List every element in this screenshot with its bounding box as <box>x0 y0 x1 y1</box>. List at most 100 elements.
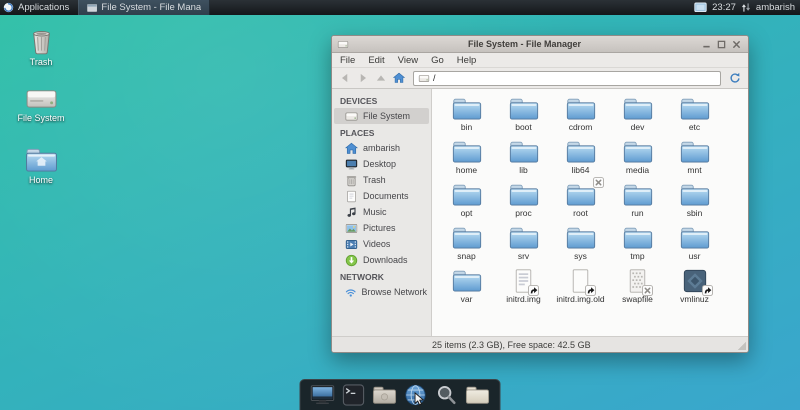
folder-icon <box>623 138 653 164</box>
path-bar[interactable]: / <box>413 71 721 86</box>
menu-view[interactable]: View <box>398 55 418 66</box>
file-dev[interactable]: dev <box>609 95 666 138</box>
sidebar: DEVICESFile SystemPLACESambarishDesktopT… <box>332 89 432 336</box>
file-proc[interactable]: proc <box>495 181 552 224</box>
file-root[interactable]: root <box>552 181 609 224</box>
xubuntu-logo-icon <box>3 2 14 13</box>
file-bin[interactable]: bin <box>438 95 495 138</box>
file-label: usr <box>689 251 701 261</box>
menu-go[interactable]: Go <box>431 55 444 66</box>
file-etc[interactable]: etc <box>666 95 723 138</box>
noaccess-emblem-icon <box>593 177 604 188</box>
network-arrows-icon[interactable] <box>741 2 751 13</box>
sidebar-item-documents[interactable]: Documents <box>332 188 431 204</box>
toolbar: / <box>332 68 748 89</box>
file-sbin[interactable]: sbin <box>666 181 723 224</box>
file-label: media <box>626 165 649 175</box>
current-path: / <box>433 73 436 83</box>
minimize-button[interactable] <box>700 39 713 50</box>
folder-icon <box>680 95 710 121</box>
file-opt[interactable]: opt <box>438 181 495 224</box>
dock-app-finder[interactable] <box>435 383 459 407</box>
file-swapfile[interactable]: swapfile <box>609 267 666 310</box>
close-button[interactable] <box>730 39 743 50</box>
file-label: lib <box>519 165 528 175</box>
maximize-icon <box>717 40 726 49</box>
file-tmp[interactable]: tmp <box>609 224 666 267</box>
folder-icon <box>623 181 653 207</box>
resize-grip[interactable] <box>738 342 746 350</box>
file-boot[interactable]: boot <box>495 95 552 138</box>
dock-terminal[interactable] <box>342 383 366 407</box>
picture-icon <box>345 222 358 235</box>
titlebar[interactable]: File System - File Manager <box>332 36 748 53</box>
file-sys[interactable]: sys <box>552 224 609 267</box>
file-label: lib64 <box>572 165 590 175</box>
file-label: bin <box>461 122 472 132</box>
sidebar-item-trash[interactable]: Trash <box>332 172 431 188</box>
dock-web-browser[interactable] <box>404 383 428 407</box>
file-vmlinuz[interactable]: vmlinuz <box>666 267 723 310</box>
top-panel: Applications File System - File Mana... … <box>0 0 800 15</box>
sidebar-item-browse-network[interactable]: Browse Network <box>332 284 431 300</box>
file-media[interactable]: media <box>609 138 666 181</box>
file-lib[interactable]: lib <box>495 138 552 181</box>
sidebar-item-file-system[interactable]: File System <box>334 108 429 124</box>
desktop-icon-trash[interactable]: Trash <box>10 26 72 67</box>
maximize-button[interactable] <box>715 39 728 50</box>
file-run[interactable]: run <box>609 181 666 224</box>
file-var[interactable]: var <box>438 267 495 310</box>
file-srv[interactable]: srv <box>495 224 552 267</box>
dock-show-desktop[interactable] <box>311 383 335 407</box>
sidebar-item-label: Browse Network <box>361 287 427 297</box>
folder-icon <box>509 138 539 164</box>
dock-folder[interactable] <box>466 383 490 407</box>
network-icon <box>345 286 356 299</box>
refresh-button[interactable] <box>727 70 743 86</box>
applications-label: Applications <box>18 2 69 13</box>
desktop-icon-home[interactable]: Home <box>10 146 72 185</box>
window-body: DEVICESFile SystemPLACESambarishDesktopT… <box>332 89 748 336</box>
desktop-icon <box>345 158 358 171</box>
file-label: sbin <box>687 208 703 218</box>
statusbar: 25 items (2.3 GB), Free space: 42.5 GB <box>332 336 748 352</box>
file-label: dev <box>631 122 645 132</box>
back-button[interactable] <box>337 70 353 86</box>
sidebar-item-pictures[interactable]: Pictures <box>332 220 431 236</box>
up-button[interactable] <box>373 70 389 86</box>
file-label: sys <box>574 251 587 261</box>
display-tray-icon[interactable] <box>694 2 707 13</box>
menu-edit[interactable]: Edit <box>368 55 384 66</box>
sidebar-item-ambarish[interactable]: ambarish <box>332 140 431 156</box>
menu-help[interactable]: Help <box>457 55 477 66</box>
sidebar-item-desktop[interactable]: Desktop <box>332 156 431 172</box>
file-snap[interactable]: snap <box>438 224 495 267</box>
file-initrd-img-old[interactable]: initrd.img.old <box>552 267 609 310</box>
home-button[interactable] <box>391 70 407 86</box>
desktop-icon-file-system[interactable]: File System <box>10 86 72 123</box>
applications-menu-button[interactable]: Applications <box>0 0 76 15</box>
file-mnt[interactable]: mnt <box>666 138 723 181</box>
sidebar-item-videos[interactable]: Videos <box>332 236 431 252</box>
file-label: var <box>461 294 473 304</box>
drive-path-icon <box>418 73 430 84</box>
file-home[interactable]: home <box>438 138 495 181</box>
file-initrd-img[interactable]: initrd.img <box>495 267 552 310</box>
window-title: File System - File Manager <box>353 39 696 49</box>
clock[interactable]: 23:27 <box>712 2 736 13</box>
folder-icon <box>566 181 596 207</box>
menu-file[interactable]: File <box>340 55 355 66</box>
forward-icon <box>357 72 369 84</box>
file-system-icon <box>683 267 707 293</box>
username[interactable]: ambarish <box>756 2 795 13</box>
file-label: etc <box>689 122 700 132</box>
file-usr[interactable]: usr <box>666 224 723 267</box>
file-lib64[interactable]: lib64 <box>552 138 609 181</box>
dock-file-manager[interactable] <box>373 383 397 407</box>
sidebar-item-downloads[interactable]: Downloads <box>332 252 431 268</box>
file-label: mnt <box>687 165 701 175</box>
sidebar-item-music[interactable]: Music <box>332 204 431 220</box>
forward-button[interactable] <box>355 70 371 86</box>
file-cdrom[interactable]: cdrom <box>552 95 609 138</box>
taskbar-window-button[interactable]: File System - File Mana... <box>78 0 210 15</box>
